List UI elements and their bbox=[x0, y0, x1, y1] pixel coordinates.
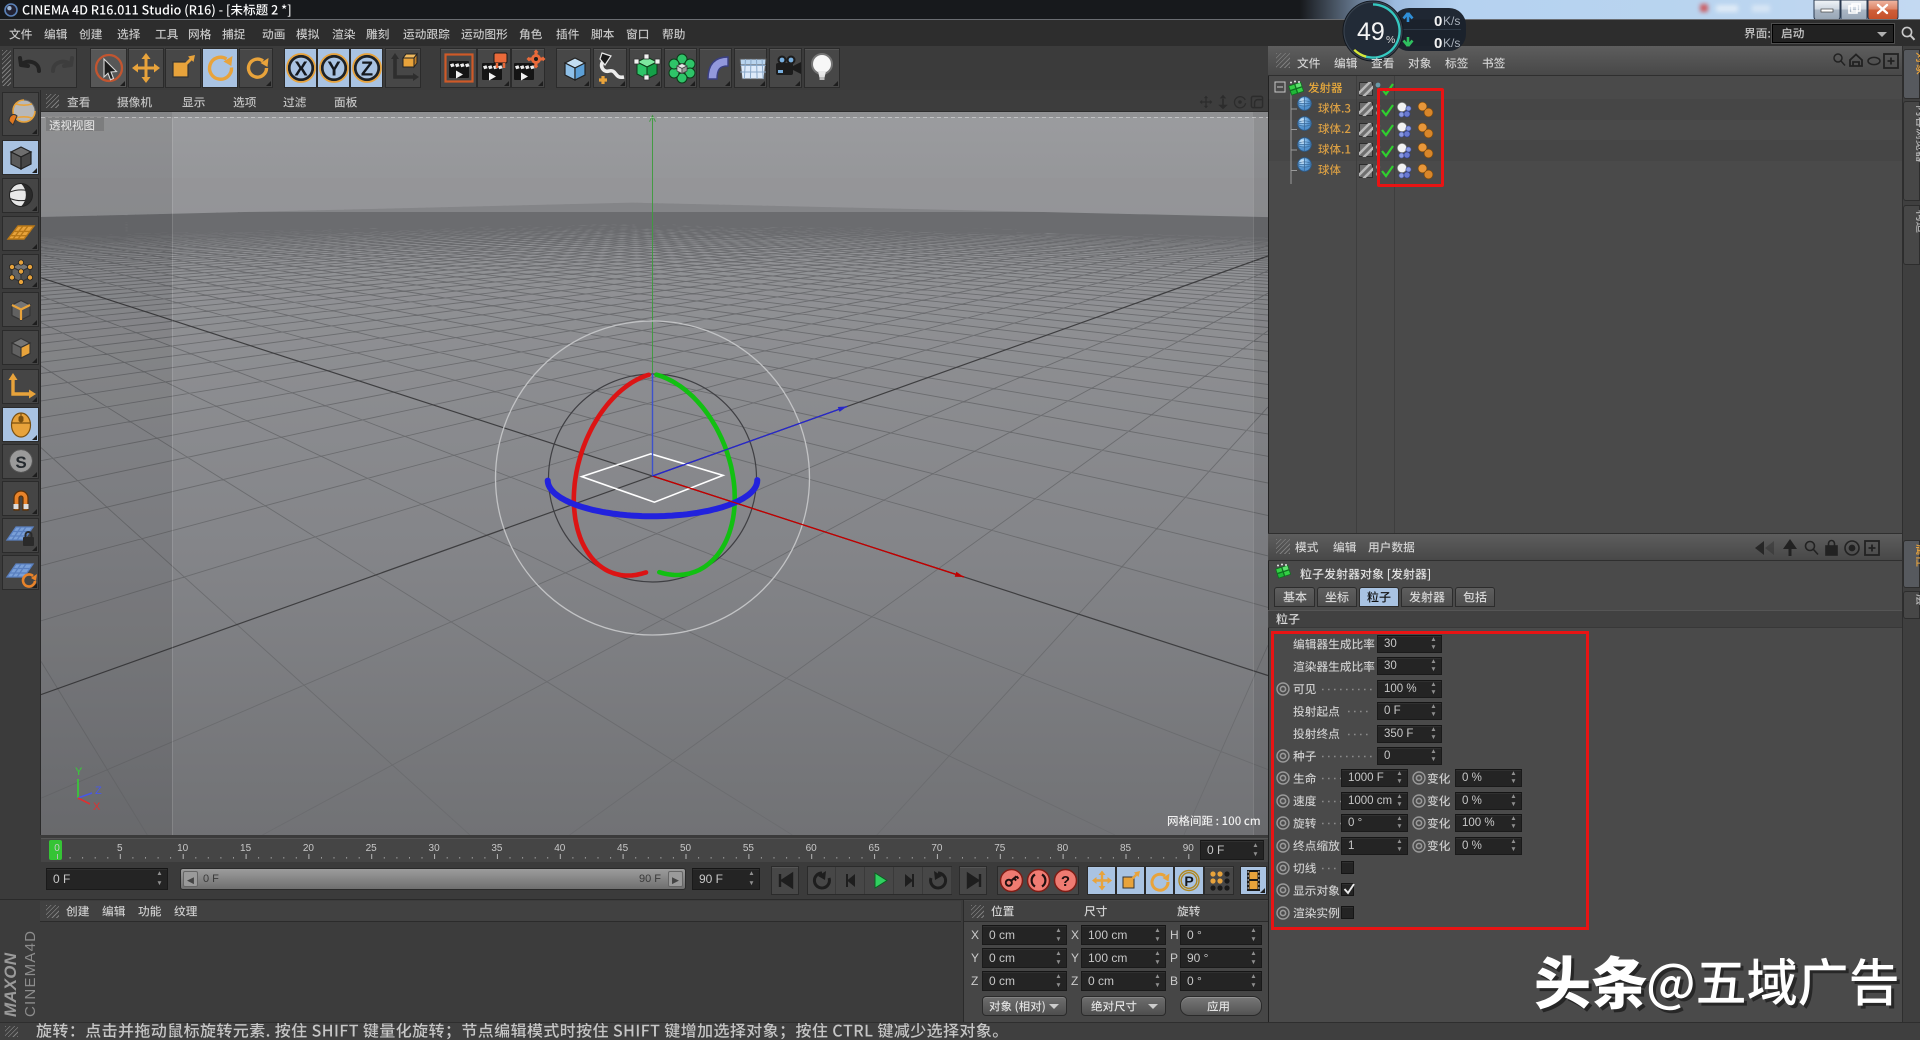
svg-text:65: 65 bbox=[869, 843, 881, 854]
svg-text:70: 70 bbox=[931, 843, 943, 854]
svg-text:10: 10 bbox=[177, 843, 189, 854]
svg-text:S: S bbox=[15, 453, 26, 472]
svg-text:85: 85 bbox=[1120, 843, 1132, 854]
svg-text:X: X bbox=[294, 59, 308, 81]
svg-text:40: 40 bbox=[554, 843, 566, 854]
svg-text:X: X bbox=[93, 801, 101, 813]
svg-text:CINEMA4D: CINEMA4D bbox=[22, 931, 39, 1017]
svg-text:90: 90 bbox=[1183, 843, 1195, 854]
svg-text:15: 15 bbox=[240, 843, 252, 854]
svg-text:60: 60 bbox=[806, 843, 818, 854]
svg-text:55: 55 bbox=[743, 843, 755, 854]
svg-text:Z: Z bbox=[95, 785, 102, 797]
svg-text:80: 80 bbox=[1057, 843, 1069, 854]
svg-text:5: 5 bbox=[117, 843, 123, 854]
svg-text:%: % bbox=[1386, 34, 1395, 46]
svg-text:30: 30 bbox=[429, 843, 441, 854]
svg-text:0: 0 bbox=[1434, 35, 1442, 52]
svg-text:45: 45 bbox=[617, 843, 629, 854]
svg-text:?: ? bbox=[1061, 873, 1070, 890]
svg-text:75: 75 bbox=[994, 843, 1006, 854]
svg-text:P: P bbox=[1184, 873, 1193, 889]
svg-text:49: 49 bbox=[1357, 18, 1385, 46]
svg-text:Y: Y bbox=[75, 766, 83, 778]
svg-text:50: 50 bbox=[680, 843, 692, 854]
svg-text:Y: Y bbox=[327, 59, 341, 81]
svg-text:35: 35 bbox=[491, 843, 503, 854]
svg-text:K/s: K/s bbox=[1443, 14, 1460, 28]
svg-text:0: 0 bbox=[1434, 13, 1442, 30]
svg-text:25: 25 bbox=[366, 843, 378, 854]
svg-text:MAXON: MAXON bbox=[1, 952, 20, 1017]
svg-text:0: 0 bbox=[54, 843, 60, 854]
svg-text:K/s: K/s bbox=[1443, 36, 1460, 50]
svg-text:Z: Z bbox=[361, 59, 373, 81]
svg-text:20: 20 bbox=[303, 843, 315, 854]
